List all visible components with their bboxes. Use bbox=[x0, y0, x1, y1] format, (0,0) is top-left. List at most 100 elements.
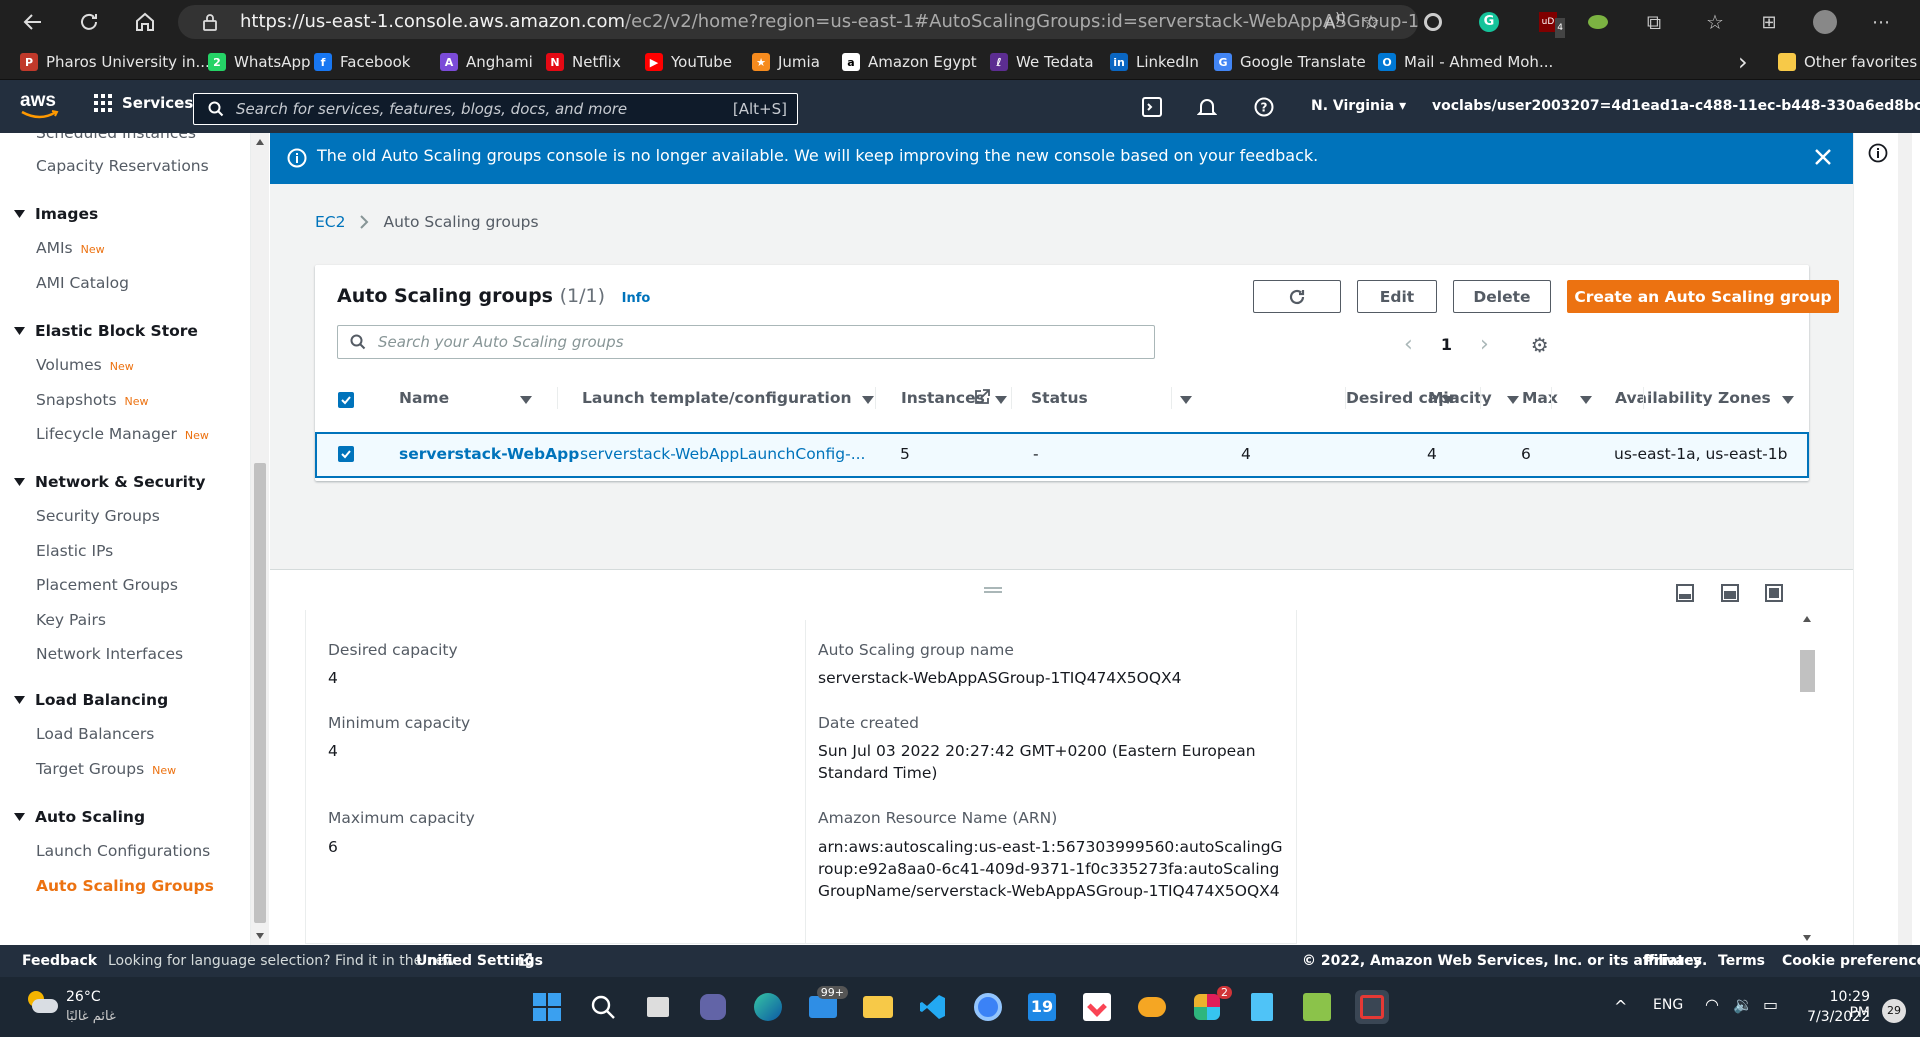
bookmark-item[interactable]: in LinkedIn bbox=[1110, 44, 1199, 80]
clock-date[interactable]: 7/3/2022 bbox=[1806, 1009, 1870, 1025]
bookmark-item[interactable]: ★ Jumia bbox=[752, 44, 820, 80]
column-header[interactable]: Name bbox=[399, 389, 449, 407]
grammarly-icon[interactable]: G bbox=[1476, 9, 1502, 35]
sidebar-item[interactable]: Auto Scaling Groups bbox=[36, 877, 214, 895]
snipping-tool-icon[interactable] bbox=[1355, 990, 1389, 1024]
edit-button[interactable]: Edit bbox=[1357, 280, 1437, 313]
column-header[interactable]: Status bbox=[1031, 389, 1088, 407]
sort-caret-icon[interactable] bbox=[1580, 396, 1592, 404]
sidebar-item[interactable]: Placement Groups bbox=[36, 576, 178, 594]
privacy-link[interactable]: Privacy bbox=[1644, 953, 1702, 969]
teams-chat-icon[interactable] bbox=[696, 990, 730, 1024]
edge-browser-icon[interactable] bbox=[751, 990, 785, 1024]
vscode-icon[interactable] bbox=[916, 990, 950, 1024]
terms-link[interactable]: Terms bbox=[1718, 953, 1765, 969]
sort-caret-icon[interactable] bbox=[1180, 396, 1192, 404]
task-view-icon[interactable] bbox=[641, 990, 675, 1024]
info-panel-icon[interactable] bbox=[1868, 143, 1888, 163]
sidebar-section-header[interactable]: Elastic Block Store bbox=[14, 322, 198, 340]
collections-icon[interactable]: ⊞ bbox=[1756, 9, 1782, 35]
select-all-checkbox[interactable] bbox=[338, 392, 354, 408]
weather-temp[interactable]: 26°C bbox=[66, 989, 101, 1005]
start-windows-icon[interactable] bbox=[530, 990, 564, 1024]
page-scrollbar[interactable] bbox=[1898, 133, 1912, 945]
volume-icon[interactable]: 🔉 bbox=[1733, 995, 1753, 1014]
asg-name-link[interactable]: serverstack-WebApp bbox=[399, 445, 579, 463]
sidebar-item[interactable]: Network Interfaces bbox=[36, 645, 183, 663]
sidebar-item[interactable]: Security Groups bbox=[36, 507, 160, 525]
column-header[interactable]: Launch template/configuration bbox=[582, 389, 852, 407]
sidebar-item[interactable]: Target Groups New bbox=[36, 760, 176, 778]
sort-caret-icon[interactable] bbox=[520, 396, 532, 404]
previous-page-icon[interactable]: ‹ bbox=[1404, 332, 1413, 357]
file-explorer-icon[interactable] bbox=[861, 990, 895, 1024]
mail-icon[interactable]: 99+ bbox=[806, 986, 848, 1024]
settings-gear-icon[interactable]: ⚙ bbox=[1531, 333, 1549, 357]
close-icon[interactable] bbox=[1813, 147, 1833, 167]
sidebar-section-header[interactable]: Auto Scaling bbox=[14, 808, 145, 826]
sidebar-section-header[interactable]: Load Balancing bbox=[14, 691, 168, 709]
bookmark-item[interactable]: f Facebook bbox=[314, 44, 410, 80]
sidebar-item[interactable]: AMI Catalog bbox=[36, 274, 129, 292]
calendar-19-icon[interactable]: 19 bbox=[1025, 990, 1059, 1024]
cookie-preferences-link[interactable]: Cookie preferences bbox=[1782, 953, 1920, 969]
profile-avatar[interactable] bbox=[1812, 9, 1838, 35]
split-full-icon[interactable] bbox=[1765, 584, 1783, 602]
feedback-link[interactable]: Feedback bbox=[22, 953, 97, 969]
sidebar-item[interactable]: Lifecycle Manager New bbox=[36, 425, 209, 443]
breadcrumb-ec2-link[interactable]: EC2 bbox=[315, 213, 345, 231]
refresh-button[interactable] bbox=[1253, 280, 1341, 313]
favorite-star-icon[interactable]: ☆ bbox=[1358, 9, 1384, 35]
input-language[interactable]: ENG bbox=[1653, 997, 1683, 1013]
sort-caret-icon[interactable] bbox=[862, 396, 874, 404]
notification-count[interactable]: 29 bbox=[1882, 999, 1906, 1023]
cloudshell-icon[interactable] bbox=[1140, 95, 1164, 119]
browser-circle-icon[interactable] bbox=[971, 990, 1005, 1024]
extension-edge-icon[interactable] bbox=[1420, 9, 1446, 35]
aws-logo[interactable]: aws bbox=[20, 90, 59, 119]
delete-button[interactable]: Delete bbox=[1453, 280, 1551, 313]
next-page-icon[interactable]: › bbox=[1480, 332, 1489, 357]
sidebar-section-header[interactable]: Images bbox=[14, 205, 98, 223]
account-menu[interactable]: voclabs/user2003207=4d1ead1a-c488-11ec-b… bbox=[1432, 98, 1920, 114]
bookmark-item[interactable]: N Netflix bbox=[546, 44, 621, 80]
column-header[interactable]: Instances bbox=[901, 389, 985, 407]
favorites-icon[interactable]: ☆ bbox=[1702, 9, 1728, 35]
sort-caret-icon[interactable] bbox=[1507, 396, 1519, 404]
sidebar-item[interactable]: Key Pairs bbox=[36, 611, 106, 629]
sidebar-item[interactable]: Elastic IPs bbox=[36, 542, 113, 560]
row-checkbox[interactable] bbox=[338, 446, 354, 462]
battery-icon[interactable]: ▭ bbox=[1763, 995, 1778, 1014]
split-bottom-icon[interactable] bbox=[1676, 584, 1694, 602]
sort-caret-icon[interactable] bbox=[995, 396, 1007, 404]
more-menu-icon[interactable]: ⋯ bbox=[1868, 9, 1894, 35]
search-icon[interactable] bbox=[586, 990, 620, 1024]
ublock-icon[interactable]: uD 4 bbox=[1535, 9, 1565, 38]
sidebar-item-capacity-reservations[interactable]: Capacity Reservations bbox=[36, 157, 209, 175]
bookmark-item[interactable]: ▶ YouTube bbox=[645, 44, 732, 80]
page-number[interactable]: 1 bbox=[1441, 335, 1452, 354]
bookmark-item[interactable]: 2 WhatsApp bbox=[208, 44, 311, 80]
details-scrollbar[interactable] bbox=[1800, 616, 1815, 941]
global-search-input[interactable]: Search for services, features, blogs, do… bbox=[193, 93, 798, 125]
sidebar-section-header[interactable]: Network & Security bbox=[14, 473, 206, 491]
notepad-icon[interactable] bbox=[1245, 990, 1279, 1024]
game-launcher-icon[interactable] bbox=[1135, 990, 1169, 1024]
bookmark-item[interactable]: G Google Translate bbox=[1214, 44, 1366, 80]
slack-icon[interactable]: 2 bbox=[1190, 986, 1232, 1024]
sidebar-item[interactable]: Snapshots New bbox=[36, 391, 149, 409]
sort-caret-icon[interactable] bbox=[1782, 396, 1794, 404]
resize-handle[interactable] bbox=[984, 587, 1002, 593]
sidebar-item[interactable]: Launch Configurations bbox=[36, 842, 210, 860]
chevron-up-icon[interactable]: ^ bbox=[1614, 997, 1627, 1016]
sidebar-item[interactable]: Load Balancers bbox=[36, 725, 154, 743]
extensions-puzzle-icon[interactable]: ⧉ bbox=[1641, 9, 1667, 35]
valorant-icon[interactable] bbox=[1080, 990, 1114, 1024]
create-asg-button[interactable]: Create an Auto Scaling group bbox=[1567, 280, 1839, 313]
activity-app-icon[interactable] bbox=[1300, 990, 1334, 1024]
extension-leaf-icon[interactable] bbox=[1585, 9, 1611, 35]
region-selector[interactable]: N. Virginia ▾ bbox=[1311, 98, 1406, 114]
info-link[interactable]: Info bbox=[622, 291, 651, 306]
split-side-icon[interactable] bbox=[1721, 584, 1739, 602]
launch-config-link[interactable]: serverstack-WebAppLaunchConfig-... bbox=[580, 445, 866, 463]
